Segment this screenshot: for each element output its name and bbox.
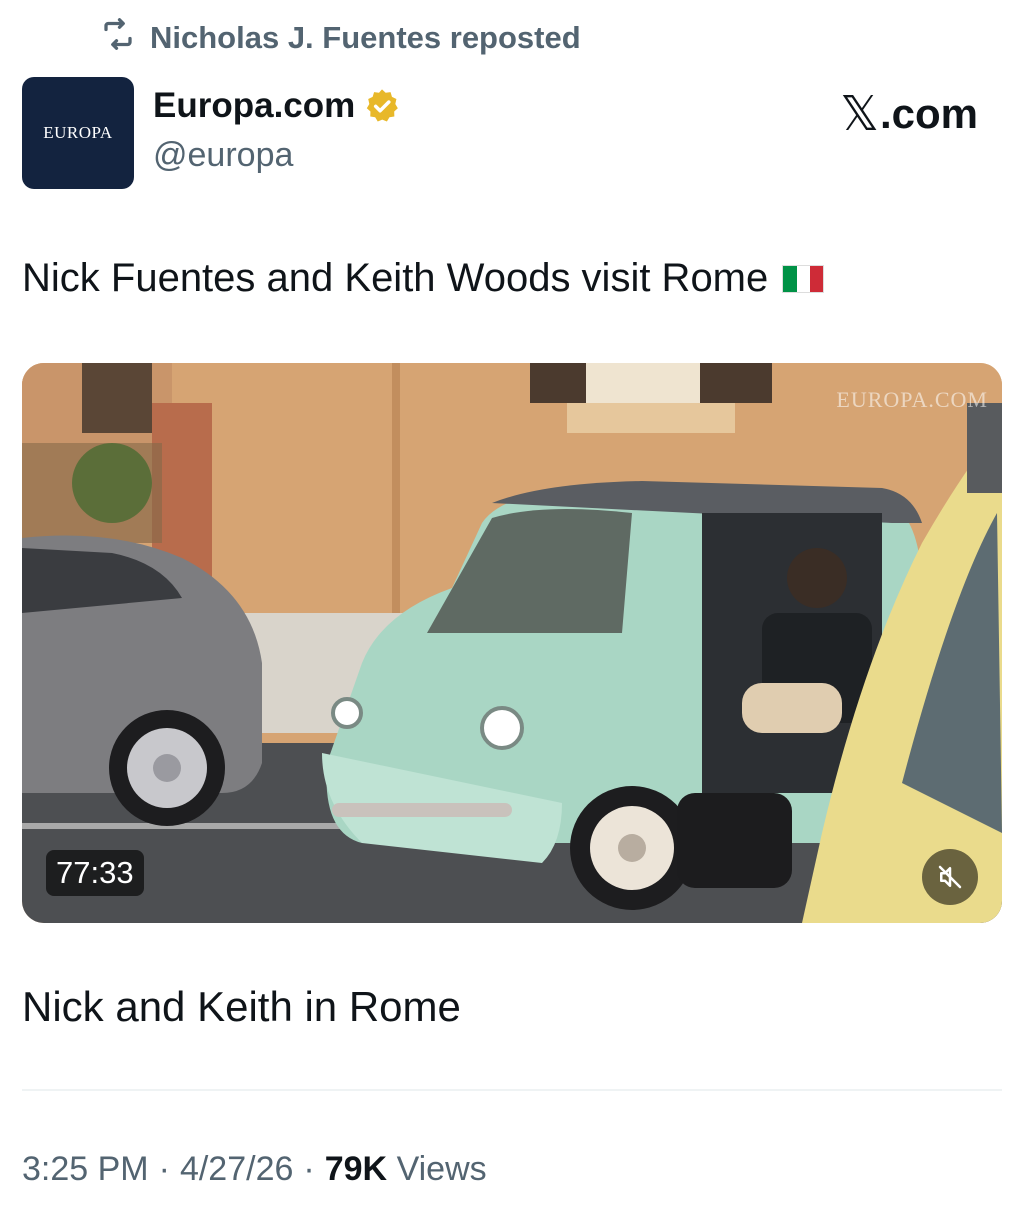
- video-caption: Nick and Keith in Rome: [22, 983, 461, 1030]
- views-count[interactable]: 79K: [325, 1150, 387, 1188]
- italy-flag-icon: [782, 264, 825, 293]
- post-time[interactable]: 3:25 PM: [22, 1150, 149, 1189]
- x-logo-suffix: .com: [879, 90, 978, 137]
- x-logo: 𝕏 .com: [840, 86, 978, 142]
- repost-icon: [100, 16, 136, 60]
- post-text-body: Nick Fuentes and Keith Woods visit Rome: [22, 256, 769, 300]
- meta-separator: ·: [158, 1150, 170, 1188]
- video-frame: [22, 363, 1002, 923]
- avatar[interactable]: EUROPA: [22, 77, 134, 189]
- views-label[interactable]: Views: [397, 1150, 487, 1188]
- video-player[interactable]: EUROPA.COM 77:33: [22, 363, 1002, 923]
- avatar-text: EUROPA: [43, 123, 113, 142]
- verified-badge-icon[interactable]: [363, 87, 401, 125]
- author-handle[interactable]: @europa: [153, 136, 293, 175]
- post-metadata: 3:25 PM · 4/27/26 · 79K Views: [22, 1150, 487, 1189]
- repost-header[interactable]: Nicholas J. Fuentes reposted: [100, 18, 581, 58]
- post-text: Nick Fuentes and Keith Woods visit Rome: [22, 256, 825, 301]
- post-date[interactable]: 4/27/26: [180, 1150, 293, 1189]
- video-watermark: EUROPA.COM: [836, 387, 988, 412]
- video-duration: 77:33: [46, 850, 144, 896]
- repost-label: Nicholas J. Fuentes reposted: [150, 20, 581, 55]
- author-name[interactable]: Europa.com: [153, 86, 355, 126]
- x-logo-icon: 𝕏: [840, 88, 879, 141]
- divider: [22, 1089, 1002, 1091]
- author-name-row[interactable]: Europa.com: [153, 86, 401, 126]
- mute-button[interactable]: [922, 849, 978, 905]
- meta-separator: ·: [303, 1150, 315, 1188]
- muted-speaker-icon: [938, 865, 962, 889]
